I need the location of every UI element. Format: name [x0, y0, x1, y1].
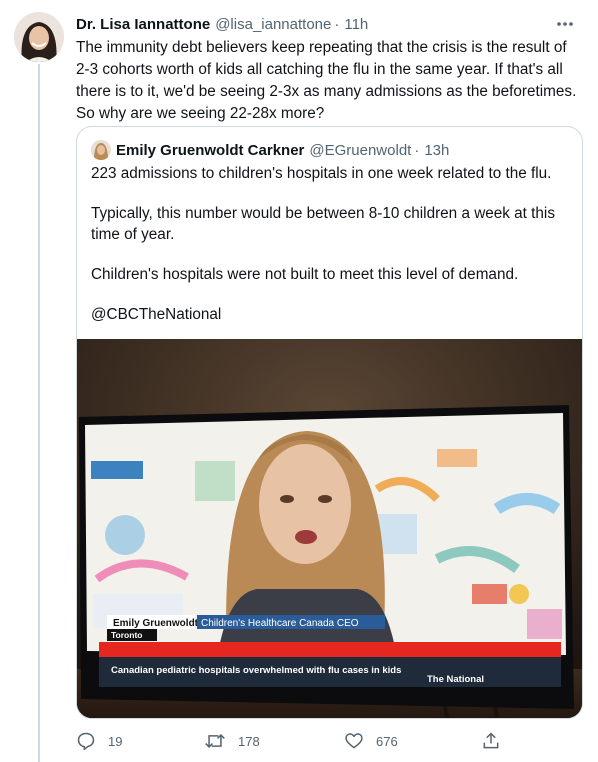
- quoted-tweet-time: 13h: [424, 141, 450, 159]
- share-button[interactable]: [481, 728, 501, 754]
- quoted-tweet[interactable]: Emily Gruenwoldt Carkner @EGruenwoldt · …: [76, 126, 583, 719]
- media-image[interactable]: Emily Gruenwoldt Children's Healthcare C…: [77, 339, 582, 718]
- avatar[interactable]: [14, 12, 64, 62]
- heart-icon: [345, 733, 363, 749]
- like-count: 676: [376, 733, 398, 749]
- separator-dot: ·: [414, 141, 420, 159]
- tweet-header: Dr. Lisa Iannattone @lisa_iannattone · 1…: [76, 13, 578, 35]
- author-handle[interactable]: @lisa_iannattone: [215, 16, 331, 33]
- ellipsis-icon: [557, 22, 573, 26]
- more-button[interactable]: [552, 13, 578, 35]
- news-ticker: Canadian pediatric hospitals overwhelmed…: [111, 665, 401, 676]
- quoted-author-name: Emily Gruenwoldt Carkner: [116, 141, 305, 159]
- quoted-paragraph: 223 admissions to children's hospitals i…: [91, 165, 552, 182]
- quoted-author-handle: @EGruenwoldt: [309, 141, 412, 159]
- tweet-time[interactable]: 11h: [344, 16, 368, 33]
- quoted-paragraph: Typically, this number would be between …: [91, 205, 555, 243]
- reply-count: 19: [108, 733, 123, 749]
- tweet-text: The immunity debt believers keep repeati…: [76, 39, 577, 122]
- share-icon: [483, 732, 499, 749]
- quoted-paragraph: Children's hospitals were not built to m…: [91, 266, 519, 283]
- retweet-button[interactable]: 178: [204, 728, 260, 754]
- thread-line: [38, 64, 40, 762]
- retweet-icon: [205, 733, 225, 749]
- like-button[interactable]: 676: [344, 728, 398, 754]
- quoted-tweet-header: Emily Gruenwoldt Carkner @EGruenwoldt · …: [91, 139, 449, 161]
- quoted-avatar: [91, 140, 111, 160]
- quoted-mention[interactable]: @CBCTheNational: [91, 304, 561, 325]
- reply-icon: [77, 732, 95, 751]
- quoted-avatar-photo: [91, 140, 111, 160]
- location-label: Toronto: [111, 630, 142, 640]
- network-logo: The National: [427, 674, 484, 685]
- author-name[interactable]: Dr. Lisa Iannattone: [76, 16, 210, 33]
- tweet-actions: 19 178 676: [76, 728, 546, 754]
- separator-dot: ·: [334, 15, 340, 33]
- lower-third-name: Emily Gruenwoldt: [113, 618, 199, 629]
- quoted-tweet-text: 223 admissions to children's hospitals i…: [91, 163, 561, 325]
- reply-button[interactable]: 19: [76, 728, 122, 754]
- avatar-photo: [14, 12, 64, 62]
- lower-third-title: Children's Healthcare Canada CEO: [201, 618, 359, 629]
- retweet-count: 178: [238, 733, 260, 749]
- tv-screen-photo: Emily Gruenwoldt Children's Healthcare C…: [77, 339, 582, 718]
